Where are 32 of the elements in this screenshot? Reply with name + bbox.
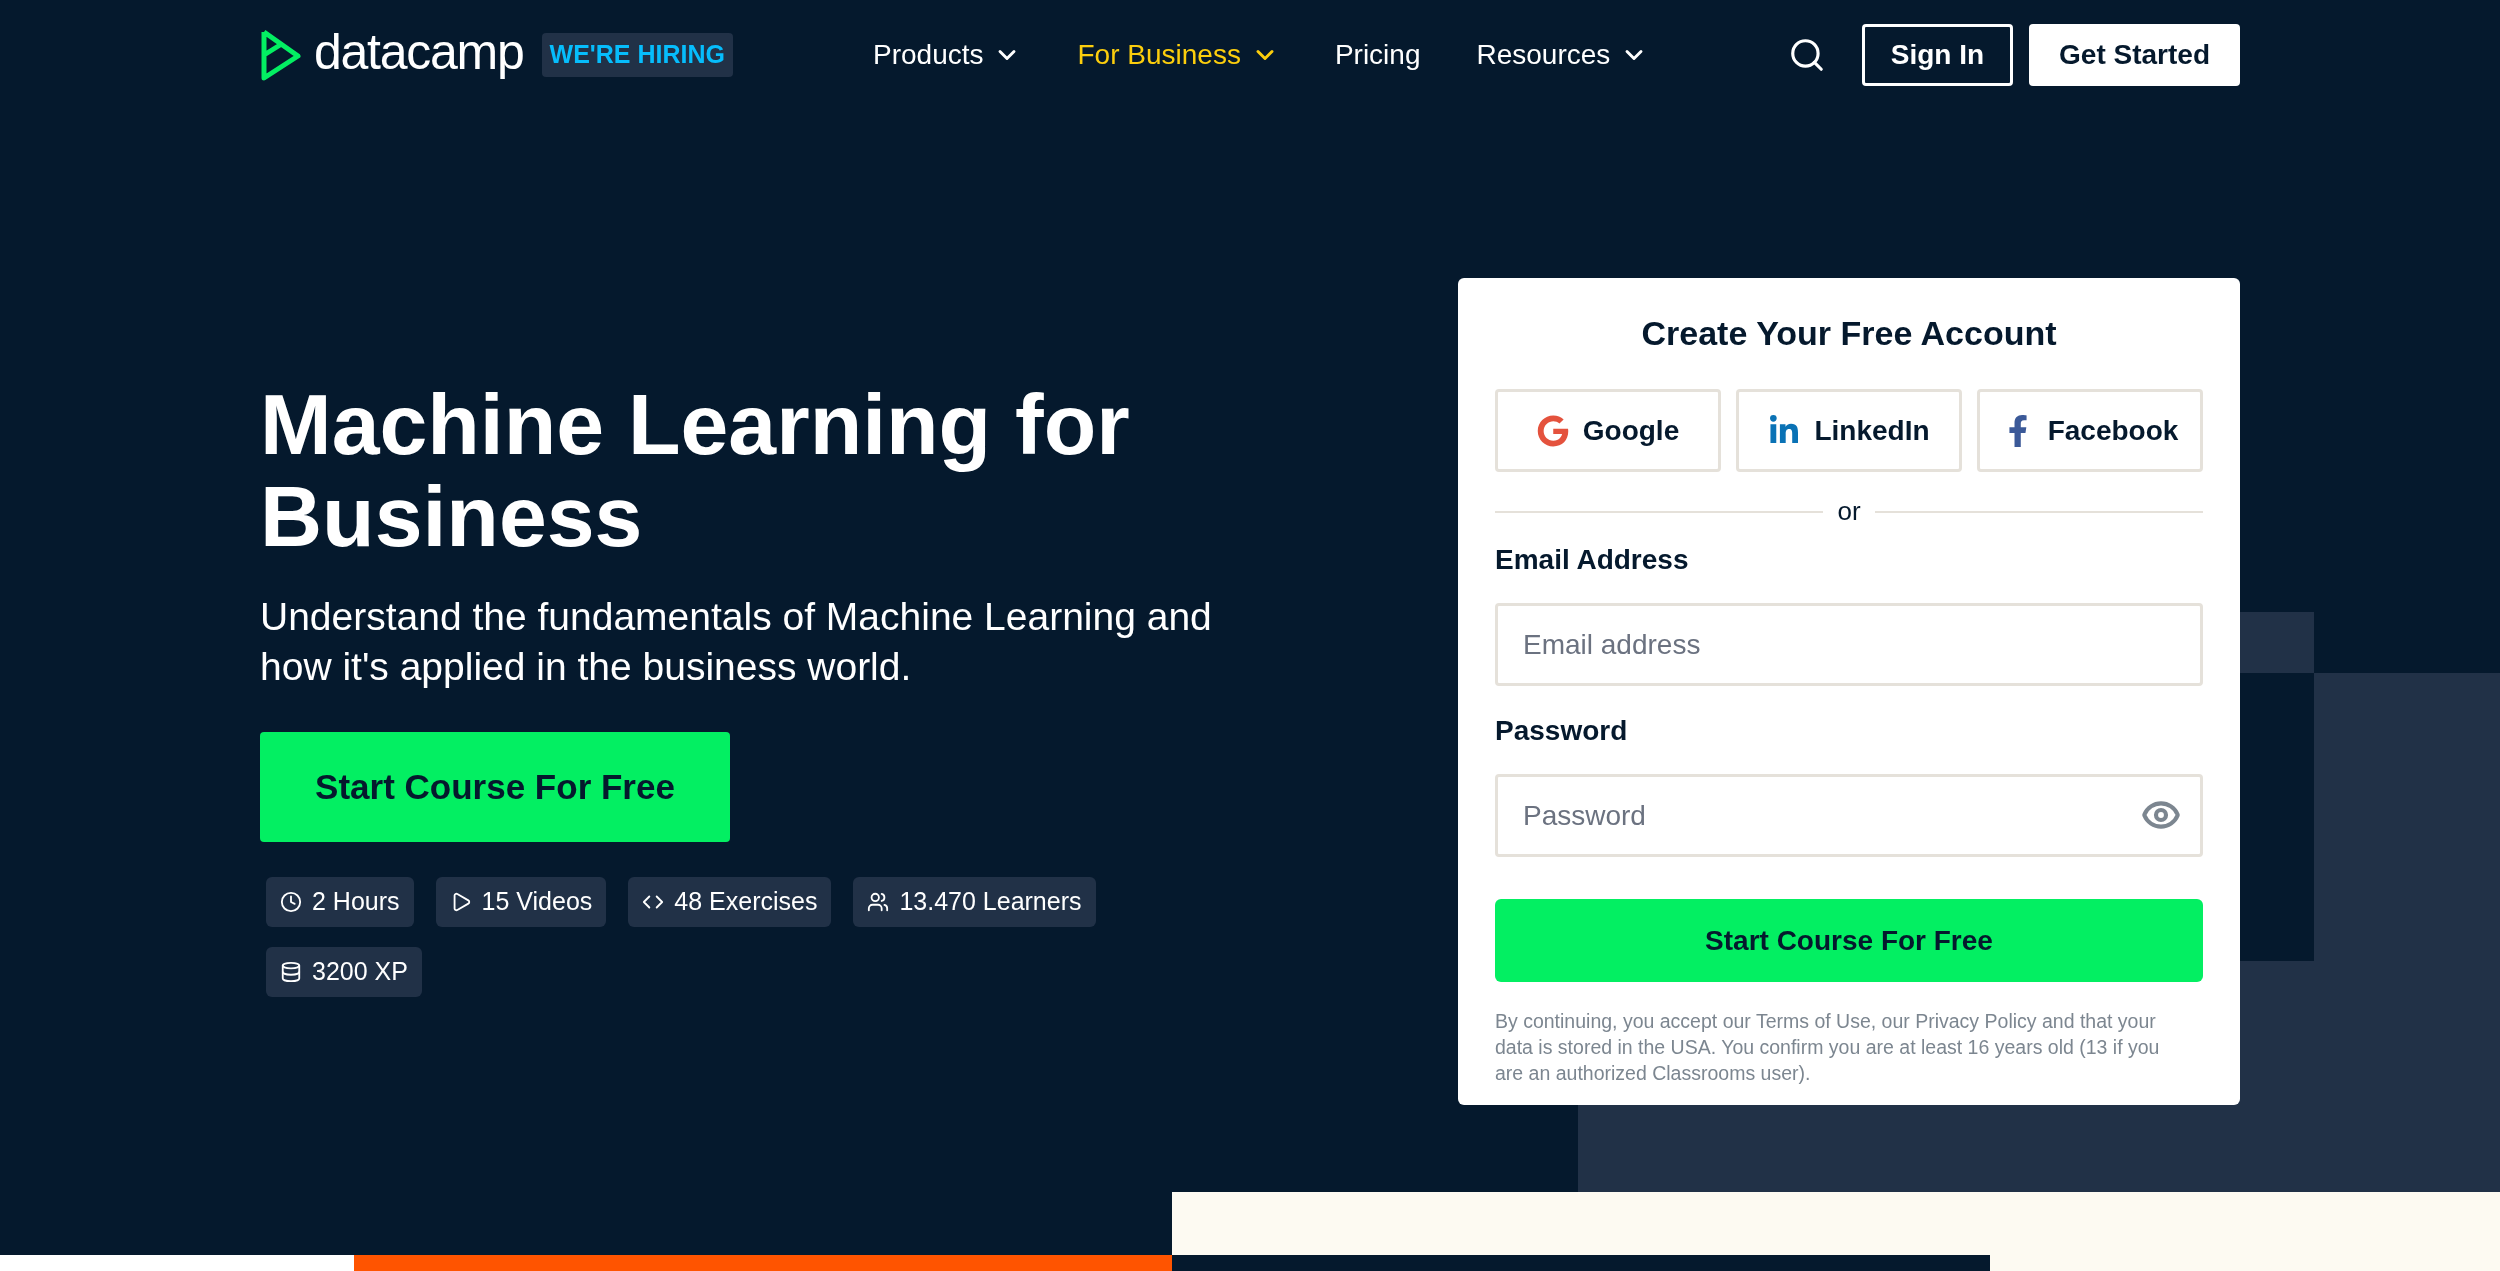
course-stat-badge: 13.470 Learners	[853, 877, 1096, 927]
divider-label: or	[1837, 495, 1861, 528]
signup-title: Create Your Free Account	[1640, 313, 2058, 354]
nav-link[interactable]: Products	[873, 34, 1022, 76]
users-icon	[867, 891, 890, 913]
clock-icon	[280, 891, 302, 913]
logo-icon[interactable]	[260, 28, 302, 82]
password-label: Password	[1495, 714, 1629, 748]
course-description: Understand the fundamentals of Machine Learning and how it's applied in the business world.	[260, 594, 1213, 690]
email-field[interactable]: Email address	[1495, 603, 2203, 686]
password-field[interactable]: Password	[1495, 774, 2203, 857]
nav-link[interactable]: Pricing	[1334, 34, 1421, 76]
logo-wordmark[interactable]: datacamp	[314, 27, 524, 77]
nav-link[interactable]: For Business	[1077, 34, 1279, 76]
database-icon	[280, 961, 302, 983]
start-course-button[interactable]: Start Course For Free	[260, 732, 730, 842]
google-logo-icon	[1536, 414, 1569, 447]
course-stat-badge: 3200 XP	[266, 947, 422, 997]
nav-link[interactable]: Resources	[1476, 34, 1649, 76]
course-title: Machine Learning for Business	[260, 378, 1131, 562]
email-label: Email Address	[1495, 543, 1690, 577]
course-stat-badge: 15 Videos	[435, 877, 607, 927]
hiring-badge[interactable]: WE'RE HIRING	[541, 33, 733, 77]
submit-button[interactable]: Start Course For Free	[1495, 899, 2203, 982]
get-started-button[interactable]: Get Started	[2029, 24, 2240, 86]
social-login-button[interactable]: LinkedIn	[1736, 389, 1962, 472]
social-login-button[interactable]: Google	[1495, 389, 1721, 472]
social-login-button[interactable]: Facebook	[1977, 389, 2203, 472]
course-stat-badge: 2 Hours	[266, 877, 414, 927]
legal-notice: By continuing, you accept our Terms of Use, our Privacy Policy and that your data is stored in the USA. You confirm you are at least 16 years old (13 if you are an authorized Classrooms user).	[1495, 1009, 2161, 1086]
sign-in-button[interactable]: Sign In	[1861, 24, 2014, 86]
course-stat-badge: 48 Exercises	[628, 877, 832, 927]
